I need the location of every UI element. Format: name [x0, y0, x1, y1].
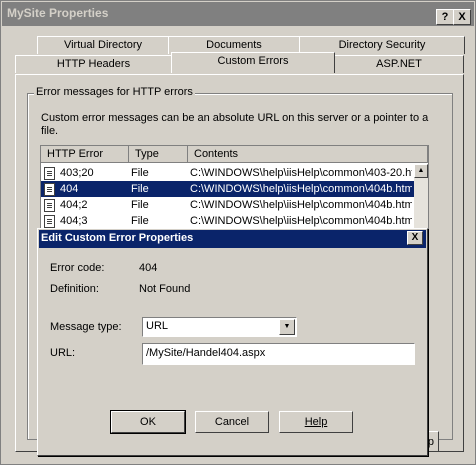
tab-custom-errors[interactable]: Custom Errors: [171, 52, 335, 73]
group-title: Error messages for HTTP errors: [34, 86, 195, 98]
column-header-contents[interactable]: Contents: [188, 146, 428, 163]
outer-help-button[interactable]: ?: [436, 9, 454, 25]
edit-custom-error-dialog: Edit Custom Error Properties X Error cod…: [37, 228, 428, 456]
message-type-value: URL: [146, 320, 169, 332]
document-icon: [44, 215, 55, 228]
document-icon: [44, 183, 55, 196]
help-button[interactable]: Help: [279, 411, 353, 433]
list-item[interactable]: 404;3 File C:\WINDOWS\help\iisHelp\commo…: [41, 213, 414, 229]
row-contents: C:\WINDOWS\help\iisHelp\common\403-20.ht…: [190, 167, 412, 179]
outer-close-button[interactable]: X: [453, 9, 471, 25]
column-header-http-error[interactable]: HTTP Error: [41, 146, 129, 163]
cancel-button[interactable]: Cancel: [195, 411, 269, 433]
list-item[interactable]: 403;20 File C:\WINDOWS\help\iisHelp\comm…: [41, 165, 414, 181]
row-type: File: [131, 199, 149, 211]
row-error: 404;3: [60, 215, 88, 227]
definition-label: Definition:: [50, 283, 99, 295]
row-error: 404;2: [60, 199, 88, 211]
document-icon: [44, 167, 55, 180]
definition-value: Not Found: [139, 283, 191, 295]
dropdown-arrow-icon[interactable]: ▼: [279, 319, 295, 335]
error-code-value: 404: [139, 262, 158, 274]
outer-window-title: MySite Properties: [7, 6, 109, 20]
row-type: File: [131, 167, 149, 179]
error-code-label: Error code:: [50, 262, 105, 274]
row-contents: C:\WINDOWS\help\iisHelp\common\404b.htm: [190, 199, 412, 211]
row-contents: C:\WINDOWS\help\iisHelp\common\404b.htm: [190, 215, 412, 227]
ok-button[interactable]: OK: [110, 410, 186, 434]
inner-close-button[interactable]: X: [407, 231, 423, 245]
column-header-type[interactable]: Type: [129, 146, 188, 163]
list-item-selected[interactable]: 404 File C:\WINDOWS\help\iisHelp\common\…: [41, 181, 414, 197]
url-label: URL:: [50, 347, 76, 359]
tab-asp-net[interactable]: ASP.NET: [334, 55, 464, 73]
url-input[interactable]: /MySite/Handel404.aspx: [142, 343, 415, 365]
tab-virtual-directory[interactable]: Virtual Directory: [37, 36, 169, 54]
message-type-label: Message type:: [50, 321, 122, 333]
row-error: 404: [60, 183, 79, 195]
row-type: File: [131, 183, 149, 195]
message-type-select[interactable]: URL ▼: [142, 317, 297, 337]
document-icon: [44, 199, 55, 212]
row-contents: C:\WINDOWS\help\iisHelp\common\404b.htm: [190, 183, 412, 195]
row-type: File: [131, 215, 149, 227]
list-vertical-scrollbar[interactable]: ▲: [414, 164, 428, 233]
row-error: 403;20: [60, 167, 94, 179]
description-text: Custom error messages can be an absolute…: [41, 112, 429, 137]
scroll-up-arrow-icon[interactable]: ▲: [414, 164, 428, 178]
list-item[interactable]: 404;2 File C:\WINDOWS\help\iisHelp\commo…: [41, 197, 414, 213]
http-errors-list[interactable]: HTTP Error Type Contents 403;20 File C:\…: [40, 145, 429, 234]
tab-http-headers[interactable]: HTTP Headers: [15, 55, 172, 73]
inner-dialog-title: Edit Custom Error Properties: [41, 232, 194, 244]
url-input-value: /MySite/Handel404.aspx: [146, 347, 266, 359]
